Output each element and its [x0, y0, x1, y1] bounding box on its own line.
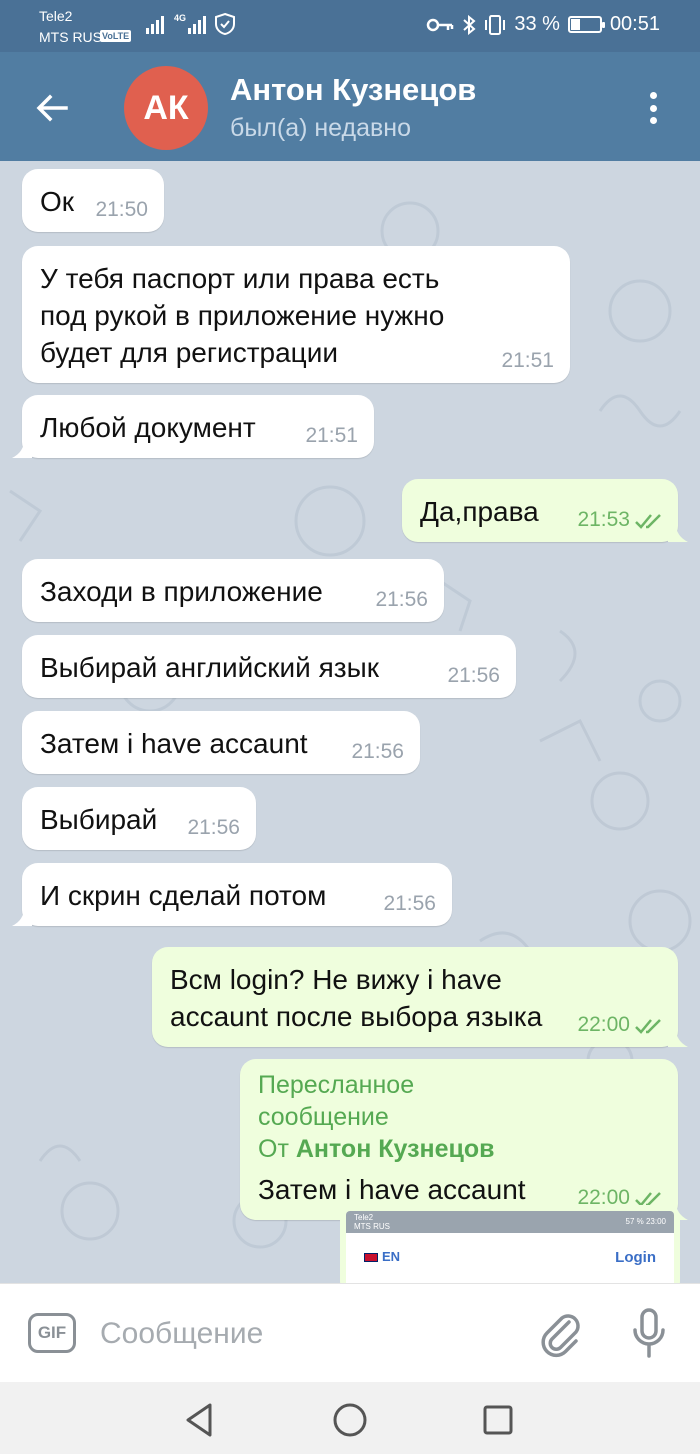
outgoing-message[interactable]: Пересланное сообщение От Антон Кузнецов За…: [240, 1059, 688, 1220]
preview-language-label: EN: [382, 1249, 401, 1264]
preview-login: Login: [615, 1249, 656, 1266]
paperclip-icon: [541, 1314, 580, 1357]
chat-header: АК Антон Кузнецов был(а) недавно: [0, 52, 700, 161]
message-time: 21:53: [577, 508, 630, 531]
contact-name[interactable]: Антон Кузнецов: [230, 72, 476, 108]
clock: 00:51: [609, 13, 660, 35]
screenshot-preview[interactable]: Tele2 MTS RUS 57 % 23:00 EN Login: [340, 1205, 680, 1283]
incoming-message[interactable]: Затем i have accaunt 21:56: [22, 711, 420, 774]
incoming-message[interactable]: У тебя паспорт или права есть под рукой …: [22, 246, 570, 383]
arrow-left-icon: [36, 94, 68, 122]
more-options-button[interactable]: [638, 88, 668, 128]
nav-recents-button[interactable]: [478, 1400, 518, 1440]
incoming-message[interactable]: Ок 21:50: [22, 169, 164, 232]
message-text: Выбирай: [40, 804, 158, 835]
incoming-message[interactable]: И скрин сделай потом 21:56: [12, 863, 452, 926]
battery-percent: 33 %: [514, 13, 560, 35]
square-recents-icon: [483, 1405, 513, 1435]
nav-back-button[interactable]: [180, 1400, 220, 1440]
signal-icon-2: [188, 12, 206, 34]
forwarded-from-prefix: От: [258, 1135, 289, 1163]
system-nav-bar: [0, 1382, 700, 1454]
message-time: 21:56: [447, 664, 500, 687]
bubble-tail: [668, 1029, 688, 1047]
bluetooth-icon: [463, 14, 476, 35]
status-bar: Tele2 MTS RUS VoLTE 4G 33 % 00:51: [0, 0, 700, 52]
shield-icon: [215, 12, 235, 36]
outgoing-message[interactable]: Да,права 21:53: [402, 479, 688, 542]
message-input-bar: GIF: [0, 1283, 700, 1382]
screenshot-image: Tele2 MTS RUS 57 % 23:00 EN Login: [346, 1211, 674, 1283]
message-input[interactable]: [100, 1310, 500, 1358]
message-text: Заходи в приложение: [40, 576, 323, 607]
microphone-button[interactable]: [626, 1306, 672, 1362]
incoming-message[interactable]: Выбирай английский язык 21:56: [22, 635, 516, 698]
message-text: Ок: [40, 186, 75, 217]
circle-home-icon: [333, 1403, 367, 1437]
preview-carrier-2: MTS RUS: [354, 1222, 390, 1231]
forwarded-from-name[interactable]: Антон Кузнецов: [296, 1135, 495, 1163]
bubble-tail: [12, 908, 32, 926]
message-text: Затем i have accaunt: [40, 728, 308, 759]
dot-icon: [649, 92, 657, 99]
incoming-message[interactable]: Выбирай 21:56: [22, 787, 256, 850]
status-right: 33 % 00:51: [426, 13, 660, 36]
incoming-message[interactable]: Любой документ 21:51: [12, 395, 374, 458]
forwarded-from[interactable]: От Антон Кузнецов: [258, 1133, 548, 1165]
microphone-icon: [633, 1308, 665, 1358]
key-icon: [427, 18, 454, 31]
message-time: 21:56: [351, 740, 404, 763]
message-time: 21:56: [187, 816, 240, 839]
dot-icon: [649, 117, 657, 124]
preview-carrier: Tele2: [354, 1213, 374, 1222]
incoming-message[interactable]: Заходи в приложение 21:56: [22, 559, 444, 622]
preview-language: EN: [364, 1249, 400, 1264]
message-time: 21:56: [383, 892, 436, 915]
forwarded-label: Пересланное сообщение: [258, 1071, 415, 1131]
contact-status: был(а) недавно: [230, 114, 412, 142]
triangle-back-icon: [186, 1403, 212, 1437]
message-time: 21:51: [305, 424, 358, 447]
avatar[interactable]: АК: [124, 66, 208, 150]
battery-icon: [567, 16, 605, 33]
signal-icon: [146, 12, 164, 34]
flag-icon: [364, 1253, 378, 1263]
message-text: Любой документ: [40, 412, 256, 443]
bubble-tail: [668, 524, 688, 542]
chat-area[interactable]: Ок 21:50 У тебя паспорт или права есть под…: [0, 161, 700, 1283]
double-check-icon: [635, 1019, 661, 1034]
message-time: 21:50: [95, 198, 148, 221]
dot-icon: [649, 104, 657, 112]
nav-home-button[interactable]: [330, 1400, 370, 1440]
bubble-tail: [12, 440, 32, 458]
message-text: Затем i have accaunt: [258, 1174, 526, 1205]
carrier-name-2: MTS RUS: [39, 29, 102, 45]
message-text: У тебя паспорт или права есть под рукой …: [40, 263, 445, 368]
preview-status-bar: Tele2 MTS RUS 57 % 23:00: [346, 1211, 674, 1233]
message-text: Всм login? Не вижу i have accaunt после …: [170, 964, 543, 1032]
message-time: 22:00: [577, 1013, 630, 1036]
carrier-name: Tele2: [39, 8, 73, 24]
network-type: 4G: [174, 13, 187, 23]
preview-status-right: 57 % 23:00: [625, 1217, 666, 1226]
vibrate-icon: [485, 14, 506, 35]
attach-button[interactable]: [536, 1308, 586, 1358]
message-text: Выбирай английский язык: [40, 652, 379, 683]
outgoing-message[interactable]: Всм login? Не вижу i have accaunt после …: [152, 947, 688, 1047]
message-text: Да,права: [420, 496, 539, 527]
double-check-icon: [635, 514, 661, 529]
message-time: 21:56: [375, 588, 428, 611]
gif-button[interactable]: GIF: [28, 1313, 76, 1353]
back-button[interactable]: [30, 86, 74, 130]
volte-badge: VoLTE: [100, 30, 132, 42]
message-time: 21:51: [501, 349, 554, 372]
message-text: И скрин сделай потом: [40, 880, 327, 911]
